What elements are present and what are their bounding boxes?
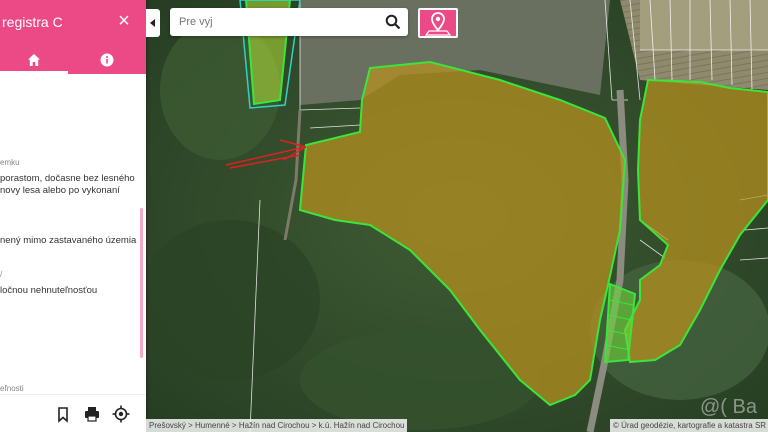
bookmark-icon (58, 407, 68, 423)
map-pin-icon (424, 12, 452, 36)
tab-info[interactable] (68, 46, 146, 74)
field-value: nený mimo zastavaného územia (0, 235, 137, 246)
sidebar-tabs (0, 46, 146, 74)
agricultural-field (640, 0, 768, 50)
location-pin-button[interactable] (418, 8, 458, 38)
info-icon (100, 53, 114, 67)
sidebar-scrollbar[interactable] (140, 208, 143, 358)
search-input[interactable] (179, 12, 379, 32)
map-attribution: © Úrad geodézie, kartografie a katastra … (610, 419, 768, 432)
crosshair-icon (112, 405, 130, 423)
sidebar-header: registra C × (0, 0, 146, 46)
search-box (170, 8, 408, 36)
field-value: novy lesa alebo po vykonaní (0, 185, 120, 196)
map-view[interactable] (146, 0, 768, 432)
field-label: eľnosti (0, 384, 24, 393)
print-icon (85, 407, 99, 422)
chevron-left-icon (150, 19, 155, 27)
print-button[interactable] (82, 404, 102, 424)
watermark: @( Ba (700, 396, 757, 418)
close-icon[interactable]: × (114, 11, 134, 31)
sidebar-title: registra C (2, 14, 63, 30)
tab-home[interactable] (0, 46, 68, 74)
locate-button[interactable] (111, 404, 131, 424)
breadcrumb[interactable]: Prešovský > Humenné > Hažín nad Cirochou… (146, 419, 408, 432)
home-icon (28, 54, 40, 66)
field-label: emku (0, 158, 20, 167)
search-icon[interactable] (385, 14, 401, 30)
field-value: ločnou nehnuteľnosťou (0, 285, 98, 296)
map-canvas[interactable] (146, 0, 768, 432)
field-label: / (0, 270, 3, 279)
bookmark-button[interactable] (53, 404, 73, 424)
forest-patch (146, 220, 320, 380)
collapse-sidebar-button[interactable] (146, 9, 160, 37)
info-sidebar: registra C × emku porastom, dočasne bez … (0, 0, 146, 432)
sidebar-footer (0, 394, 146, 432)
parcel-details: emku porastom, dočasne bez lesného novy … (0, 74, 146, 394)
